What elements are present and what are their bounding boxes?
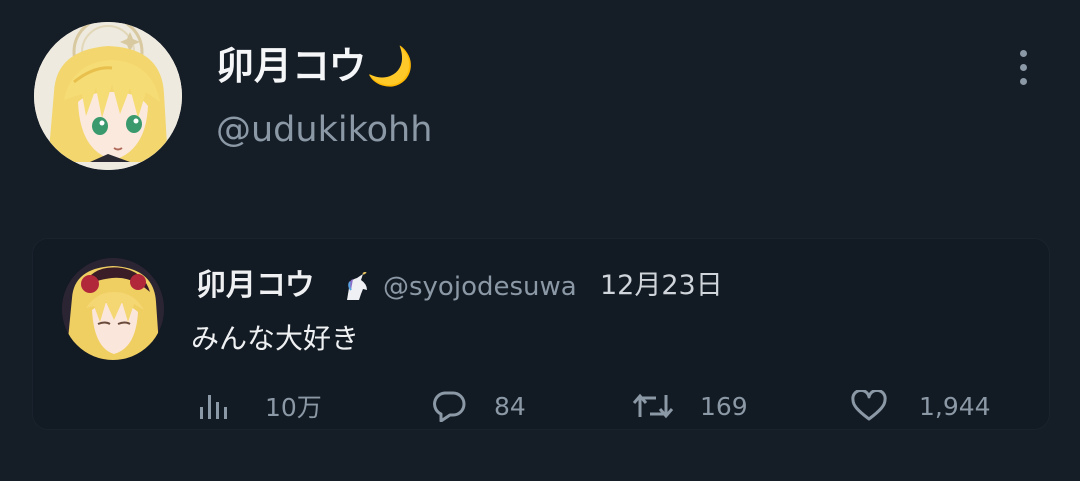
like-count: 1,944 [919,391,991,421]
heart-icon [851,390,887,421]
tweet-screenshot: 卯月コウ🌙 @udukikohh 卯月コウ @syojodesuwa 12月23… [0,0,1080,481]
views-count: 10万 [265,393,322,422]
like-button[interactable]: 1,944 [851,386,991,426]
reply-icon [433,391,466,422]
user-handle[interactable]: @udukikohh [216,108,432,152]
more-dot [1020,78,1027,85]
retweet-count: 169 [700,391,748,421]
retweet-icon [632,393,674,419]
analytics-icon [200,395,227,419]
quoted-tweet-avatar[interactable] [62,258,164,360]
unicorn-icon [347,272,367,300]
quoted-handle[interactable]: @syojodesuwa [383,270,577,304]
display-name[interactable]: 卯月コウ🌙 [216,42,414,90]
more-options-button[interactable] [1010,50,1038,86]
retweet-button[interactable]: 169 [632,386,748,426]
views-metric[interactable]: 10万 [197,386,322,426]
quoted-tweet-text: みんな大好き [191,322,360,355]
reply-count: 84 [494,391,526,421]
crescent-moon-icon: 🌙 [366,44,414,88]
avatar-illustration [34,22,182,170]
quoted-display-name[interactable]: 卯月コウ [196,266,315,306]
more-dot [1020,64,1027,71]
quoted-date[interactable]: 12月23日 [600,268,723,304]
avatar-illustration [62,258,164,360]
reply-button[interactable]: 84 [431,386,526,426]
profile-avatar[interactable] [34,22,182,170]
more-vertical-icon [1020,50,1027,57]
display-name-text: 卯月コウ [216,44,367,88]
